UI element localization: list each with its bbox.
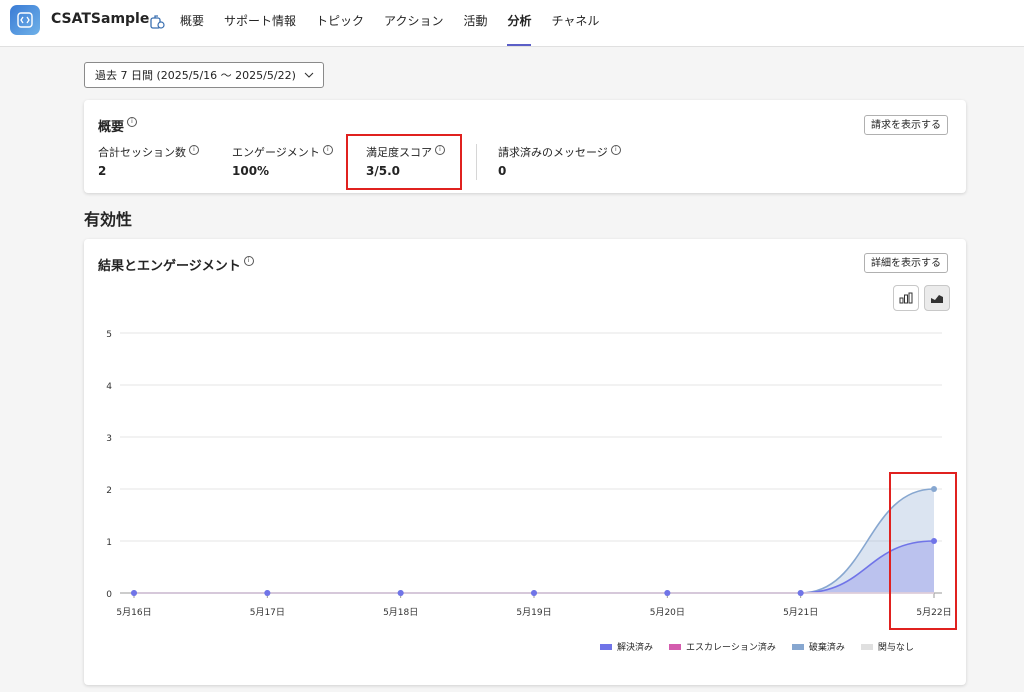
legend-label: 破棄済み: [808, 643, 845, 653]
legend-item[interactable]: エスカレーション済み: [669, 640, 776, 653]
x-tick-label: 5月16日: [116, 607, 151, 618]
data-point: [131, 590, 137, 596]
x-tick-label: 5月18日: [383, 607, 418, 618]
legend-swatch: [860, 643, 873, 650]
y-tick-label: 3: [106, 434, 112, 444]
data-point: [531, 590, 537, 596]
legend-swatch: [669, 643, 682, 650]
data-point: [664, 590, 671, 596]
y-tick-label: 0: [106, 590, 112, 600]
legend-label: 解決済み: [617, 643, 654, 653]
y-tick-label: 2: [106, 486, 112, 496]
legend-item[interactable]: 解決済み: [600, 640, 653, 653]
legend-swatch: [791, 643, 804, 650]
legend-item[interactable]: 関与なし: [860, 640, 914, 653]
y-tick-label: 1: [106, 538, 112, 548]
series-line: [134, 540, 935, 594]
legend-label: 関与なし: [877, 643, 914, 653]
x-tick-label: 5月17日: [250, 607, 285, 618]
x-tick-label: 5月21日: [783, 607, 818, 618]
legend-item[interactable]: 破棄済み: [791, 640, 845, 653]
y-tick-label: 4: [106, 382, 112, 392]
legend-label: エスカレーション済み: [686, 643, 776, 653]
data-point: [397, 590, 404, 596]
chart-legend: 解決済み エスカレーション済み 破棄済み 関与なし: [600, 640, 930, 653]
y-tick-label: 5: [106, 330, 112, 340]
legend-swatch: [600, 643, 612, 650]
data-point: [797, 590, 804, 596]
series-area: [134, 541, 934, 593]
x-tick-label: 5月19日: [516, 607, 551, 618]
x-tick-label: 5月20日: [650, 607, 685, 618]
outcomes-chart: 5月16日 5月17日 5月18日 5月19日 5月20日 5月21日 5月22日 0123…: [106, 330, 951, 618]
data-point: [264, 590, 271, 596]
highlight-box-chart-end: [889, 472, 957, 630]
